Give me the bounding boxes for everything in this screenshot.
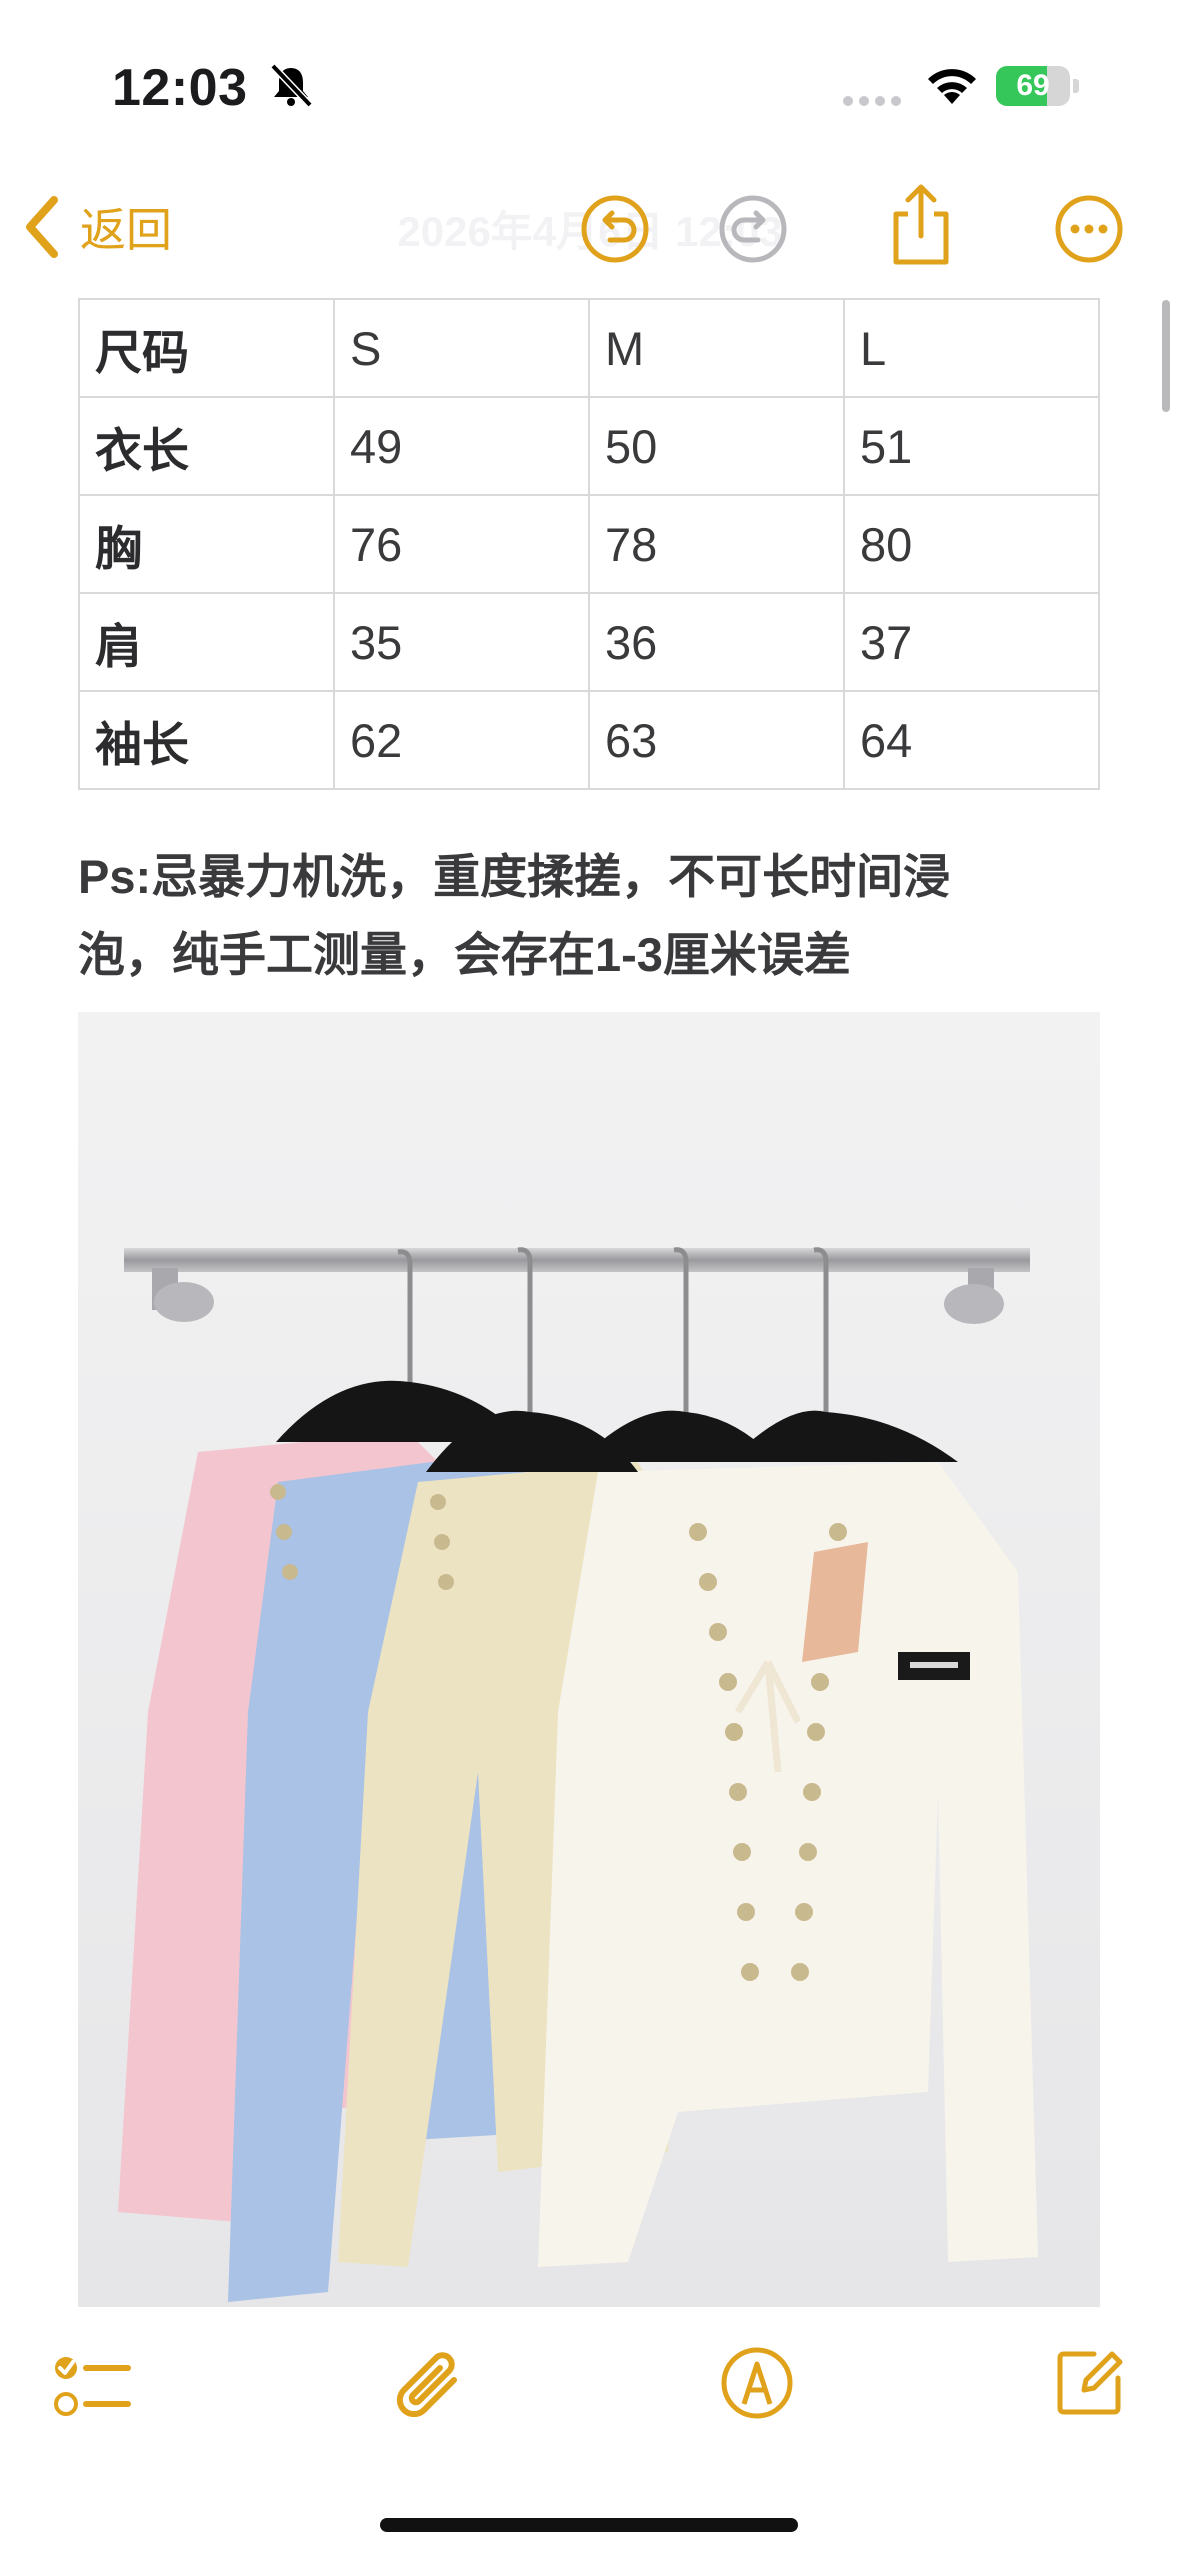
table-row: 袖长 62 63 64: [78, 690, 1100, 790]
table-cell: 76: [333, 494, 590, 594]
table-cell: 49: [333, 396, 590, 496]
markup-pen-icon[interactable]: [720, 2346, 794, 2420]
table-row: 尺码 S M L: [78, 298, 1100, 398]
status-time: 12:03: [112, 59, 248, 117]
product-photo-cardigans: [78, 1012, 1100, 2307]
more-icon[interactable]: [1054, 194, 1124, 264]
bell-slash-icon: [270, 63, 313, 108]
table-cell: L: [843, 298, 1100, 398]
table-cell: 80: [843, 494, 1100, 594]
product-photo[interactable]: [78, 1012, 1100, 2307]
table-cell: 64: [843, 690, 1100, 790]
table-row: 肩 35 36 37: [78, 592, 1100, 692]
table-cell: 50: [588, 396, 845, 496]
table-cell: 62: [333, 690, 590, 790]
table-cell: 肩: [78, 592, 335, 692]
size-table: 尺码 S M L 衣长 49 50 51 胸 76 78 80 肩 35 36 …: [78, 298, 1100, 790]
table-cell: 尺码: [78, 298, 335, 398]
share-icon[interactable]: [890, 180, 952, 268]
table-row: 胸 76 78 80: [78, 494, 1100, 594]
table-row: 衣长 49 50 51: [78, 396, 1100, 496]
home-indicator[interactable]: [380, 2518, 798, 2532]
table-cell: M: [588, 298, 845, 398]
battery-percentage: 69: [1016, 69, 1050, 102]
table-cell: 51: [843, 396, 1100, 496]
table-cell: 36: [588, 592, 845, 692]
cellular-signal-icon: [843, 96, 901, 106]
table-cell: 衣长: [78, 396, 335, 496]
note-line: 泡，纯手工测量，会存在1-3厘米误差: [78, 928, 851, 981]
table-cell: 袖长: [78, 690, 335, 790]
table-cell: 胸: [78, 494, 335, 594]
table-cell: 78: [588, 494, 845, 594]
redo-icon[interactable]: [718, 194, 788, 264]
undo-icon[interactable]: [580, 194, 650, 264]
status-bar: 12:03 69: [0, 0, 1179, 150]
scroll-indicator[interactable]: [1162, 300, 1170, 412]
note-body-text[interactable]: Ps:忌暴力机洗，重度揉搓，不可长时间浸 泡，纯手工测量，会存在1-3厘米误差: [78, 838, 1098, 994]
table-cell: 37: [843, 592, 1100, 692]
note-line: Ps:忌暴力机洗，重度揉搓，不可长时间浸: [78, 850, 951, 903]
table-cell: S: [333, 298, 590, 398]
navigation-bar: 2026年4月6日 12:03 返回: [0, 170, 1179, 290]
bottom-toolbar: [0, 2310, 1179, 2556]
wifi-icon: [928, 69, 976, 104]
checklist-icon[interactable]: [52, 2350, 132, 2422]
back-label: 返回: [80, 204, 172, 256]
battery-charging-icon: 69: [996, 66, 1080, 106]
compose-icon[interactable]: [1054, 2346, 1126, 2418]
paperclip-icon[interactable]: [392, 2350, 468, 2426]
chevron-left-icon: [26, 196, 58, 258]
back-button[interactable]: 返回: [22, 192, 172, 262]
table-cell: 63: [588, 690, 845, 790]
table-cell: 35: [333, 592, 590, 692]
